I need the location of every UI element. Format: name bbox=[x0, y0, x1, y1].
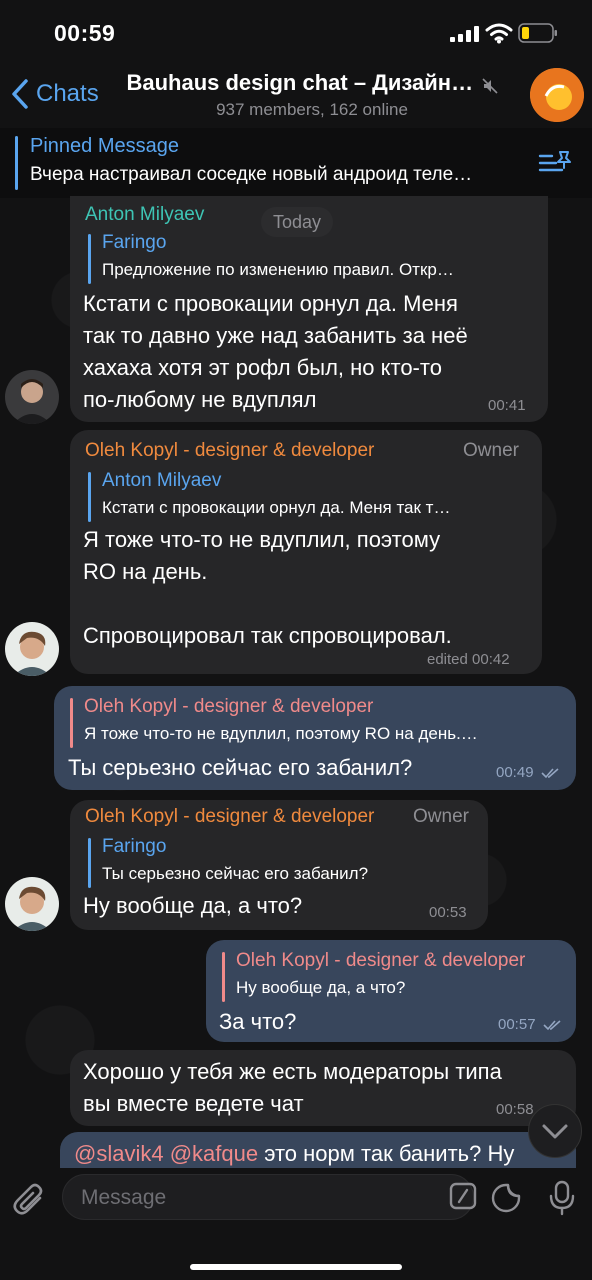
microphone-icon[interactable] bbox=[548, 1180, 576, 1216]
pinned-title: Pinned Message bbox=[30, 135, 179, 157]
date-separator: Today bbox=[261, 207, 334, 237]
cellular-signal-icon bbox=[450, 26, 479, 42]
group-logo-icon bbox=[530, 68, 584, 122]
home-indicator bbox=[190, 1264, 402, 1270]
message-input-wrapper bbox=[62, 1174, 474, 1221]
chat-title-block[interactable]: Bauhaus design chat – Дизайн… 937 member… bbox=[112, 70, 512, 120]
reply-name: Oleh Kopyl - designer & developer bbox=[84, 696, 374, 717]
status-time: 00:59 bbox=[54, 20, 116, 46]
reply-name: Oleh Kopyl - designer & developer bbox=[236, 950, 526, 971]
paperclip-icon[interactable] bbox=[12, 1182, 48, 1218]
message-time: 00:53 bbox=[429, 904, 467, 921]
reply-bar bbox=[222, 952, 225, 1002]
user-photo-icon bbox=[5, 370, 59, 424]
pinned-text: Вчера настраивал соседке новый андроид т… bbox=[30, 164, 473, 185]
user-photo-icon bbox=[5, 622, 59, 676]
back-button[interactable]: Chats bbox=[10, 76, 99, 112]
outgoing-message-bubble[interactable]: Oleh Kopyl - designer & developer Ну воо… bbox=[206, 940, 576, 1042]
message-bubble[interactable]: Oleh Kopyl - designer & developer Owner … bbox=[70, 800, 488, 930]
message-time: 00:41 bbox=[488, 397, 526, 414]
message-text: Ну вообще да, а что? bbox=[83, 893, 303, 918]
muted-icon bbox=[481, 78, 498, 94]
chat-subtitle: 937 members, 162 online bbox=[216, 100, 408, 119]
reply-bar bbox=[70, 698, 73, 748]
avatar-anton[interactable] bbox=[5, 370, 59, 424]
message-text: Я тоже что-то не вдуплил, поэтому RO на … bbox=[83, 527, 452, 648]
reply-bar bbox=[88, 234, 91, 284]
reply-bar bbox=[88, 838, 91, 888]
avatar-oleh[interactable] bbox=[5, 877, 59, 931]
outgoing-message-bubble[interactable]: @slavik4 @kafque это норм так банить? Ну bbox=[60, 1132, 576, 1168]
read-checkmarks-icon bbox=[541, 768, 559, 779]
message-text: Кстати с провокации орнул да. Меня так т… bbox=[83, 291, 468, 412]
pinned-message[interactable]: Pinned Message Вчера настраивал соседке … bbox=[0, 128, 592, 198]
message-time-label: 00:57 bbox=[498, 1016, 536, 1033]
reply-text: Ну вообще да, а что? bbox=[236, 978, 406, 997]
sender-name: Oleh Kopyl - designer & developer bbox=[85, 806, 375, 827]
reply-preview[interactable]: Faringo Ты серьезно сейчас его забанил? bbox=[88, 836, 478, 890]
sender-role-badge: Owner bbox=[413, 806, 469, 827]
message-time: edited 00:42 bbox=[427, 651, 510, 668]
message-composer bbox=[0, 1168, 592, 1280]
reply-name: Anton Milyaev bbox=[102, 470, 222, 491]
status-bar: 00:59 bbox=[0, 0, 592, 62]
avatar-oleh[interactable] bbox=[5, 622, 59, 676]
message-time-label: 00:49 bbox=[496, 764, 534, 781]
chat-header: Chats Bauhaus design chat – Дизайн… 937 … bbox=[0, 62, 592, 128]
reply-text: Предложение по изменению правил. Откр… bbox=[102, 260, 454, 279]
reply-name: Faringo bbox=[102, 232, 167, 253]
chevron-left-icon bbox=[12, 79, 28, 109]
reply-bar bbox=[88, 472, 91, 522]
reply-text: Ты серьезно сейчас его забанил? bbox=[102, 864, 369, 883]
sticker-icon[interactable] bbox=[490, 1182, 522, 1214]
reply-preview[interactable]: Oleh Kopyl - designer & developer Я тоже… bbox=[70, 696, 565, 750]
reply-preview[interactable]: Oleh Kopyl - designer & developer Ну воо… bbox=[222, 950, 567, 1004]
message-time: 00:58 bbox=[496, 1101, 534, 1118]
wifi-icon bbox=[485, 23, 513, 44]
message-text: @slavik4 @kafque это норм так банить? Ну bbox=[74, 1138, 574, 1168]
reply-preview[interactable]: Faringo Предложение по изменению правил.… bbox=[88, 232, 533, 286]
message-time: 00:49 bbox=[496, 764, 561, 781]
message-bubble[interactable]: Oleh Kopyl - designer & developer Owner … bbox=[70, 430, 542, 674]
scroll-to-bottom-button[interactable] bbox=[528, 1104, 582, 1158]
reply-text: Я тоже что-то не вдуплил, поэтому RO на … bbox=[84, 724, 478, 743]
sender-name: Oleh Kopyl - designer & developer bbox=[85, 440, 375, 461]
back-label: Chats bbox=[36, 80, 99, 107]
read-checkmarks-icon bbox=[543, 1020, 561, 1031]
battery-icon bbox=[518, 23, 557, 43]
chat-title: Bauhaus design chat – Дизайн… bbox=[126, 70, 474, 95]
pinned-list-icon[interactable] bbox=[538, 148, 572, 178]
message-input[interactable] bbox=[79, 1175, 443, 1221]
group-avatar[interactable] bbox=[530, 68, 584, 122]
mention-link[interactable]: @slavik4 bbox=[74, 1141, 164, 1166]
message-text-body: это норм так банить? Ну bbox=[264, 1141, 515, 1166]
sender-name: Anton Milyaev bbox=[85, 204, 205, 225]
bot-commands-icon[interactable] bbox=[449, 1182, 477, 1210]
pinned-accent-bar bbox=[15, 136, 18, 190]
sender-role-badge: Owner bbox=[463, 440, 519, 461]
message-bubble[interactable]: Хорошо у тебя же есть модераторы типа вы… bbox=[70, 1050, 576, 1126]
user-photo-icon bbox=[5, 877, 59, 931]
message-text: Ты серьезно сейчас его забанил? bbox=[68, 755, 413, 780]
outgoing-message-bubble[interactable]: Oleh Kopyl - designer & developer Я тоже… bbox=[54, 686, 576, 790]
reply-text: Кстати с провокации орнул да. Меня так т… bbox=[102, 498, 451, 517]
message-text: За что? bbox=[219, 1009, 297, 1034]
chevron-down-icon bbox=[542, 1124, 568, 1139]
message-time: 00:57 bbox=[498, 1016, 563, 1033]
reply-preview[interactable]: Anton Milyaev Кстати с провокации орнул … bbox=[88, 470, 528, 524]
mention-link[interactable]: @kafque bbox=[170, 1141, 258, 1166]
reply-name: Faringo bbox=[102, 836, 167, 857]
